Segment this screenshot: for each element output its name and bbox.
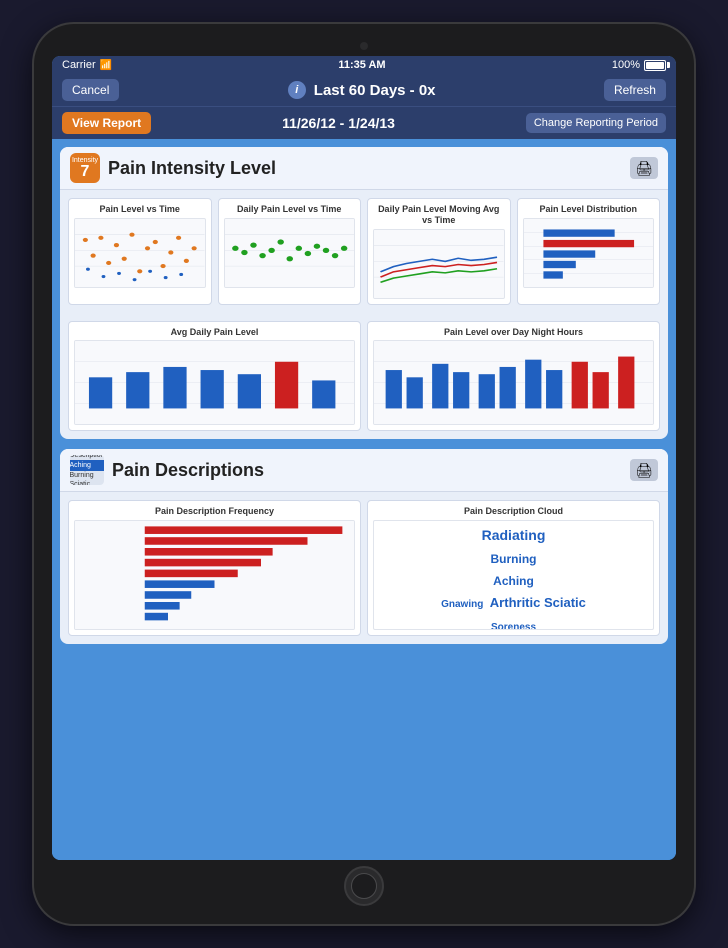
nav-bar: Cancel i Last 60 Days - 0x Refresh [52,74,676,106]
nav-title: Last 60 Days - 0x [314,82,436,99]
chart-area-6 [373,340,654,425]
word-arthritic: Arthritic Sciatic [490,594,586,612]
chart-title-6: Pain Level over Day Night Hours [373,327,654,338]
chart-area-3 [373,229,505,299]
chart-cloud[interactable]: Pain Description Cloud Radiating Burning… [367,500,660,636]
chart-freq[interactable]: Pain Description Frequency [68,500,361,636]
status-time: 11:35 AM [338,59,385,71]
intensity-badge-value: 7 [81,164,90,180]
chart-title-1: Pain Level vs Time [74,204,206,215]
chart-area-4 [523,218,655,288]
content-area: Intensity 7 Pain Intensity Level 🖨 [52,139,676,860]
chart-daily-pain-level[interactable]: Daily Pain Level vs Time [218,198,362,305]
print-icon[interactable]: 🖨 [630,157,658,179]
pain-intensity-section: Intensity 7 Pain Intensity Level 🖨 [60,147,668,439]
screen: Carrier 📶 11:35 AM 100% Cancel i Last 60… [52,56,676,860]
home-button-inner [351,873,377,899]
pain-intensity-title: Pain Intensity Level [108,158,276,179]
word-cloud: Radiating Burning Aching Gnawing Arthrit… [374,521,653,630]
carrier-label: Carrier [62,59,96,71]
chart-area-cloud: Radiating Burning Aching Gnawing Arthrit… [373,520,654,630]
chart-moving-avg[interactable]: Daily Pain Level Moving Avg vs Time [367,198,511,305]
date-bar: View Report 11/26/12 - 1/24/13 Change Re… [52,106,676,139]
chart-pain-level-vs-time[interactable]: Pain Level vs Time [68,198,212,305]
word-burning: Burning [491,551,537,568]
info-icon[interactable]: i [288,81,306,99]
status-bar: Carrier 📶 11:35 AM 100% [52,56,676,74]
print-icon-2[interactable]: 🖨 [630,459,658,481]
chart-area-2 [224,218,356,288]
pain-intensity-header: Intensity 7 Pain Intensity Level 🖨 [60,147,668,190]
charts-row-2: Avg Daily Pain Level [60,313,668,440]
chart-title-2: Daily Pain Level vs Time [224,204,356,215]
word-soreness: Soreness [491,621,536,630]
view-report-button[interactable]: View Report [62,112,151,134]
date-range: 11/26/12 - 1/24/13 [282,115,395,131]
chart-avg-daily[interactable]: Avg Daily Pain Level [68,321,361,432]
chart-title-4: Pain Level Distribution [523,204,655,215]
word-aching: Aching [493,573,534,590]
battery-percent: 100% [612,59,640,71]
home-button[interactable] [344,866,384,906]
chart-distribution[interactable]: Pain Level Distribution [517,198,661,305]
battery-icon [644,60,666,71]
tablet-device: Carrier 📶 11:35 AM 100% Cancel i Last 60… [34,24,694,924]
chart-title-cloud: Pain Description Cloud [373,506,654,517]
pain-descriptions-section: Description Aching Burning Sciatic Pain … [60,449,668,644]
chart-title-3: Daily Pain Level Moving Avg vs Time [373,204,505,226]
desc-icon: Description Aching Burning Sciatic [70,455,104,485]
chart-area-1 [74,218,206,288]
charts-row-1: Pain Level vs Time [60,190,668,313]
chart-area-freq [74,520,355,630]
pain-descriptions-header: Description Aching Burning Sciatic Pain … [60,449,668,492]
change-period-button[interactable]: Change Reporting Period [526,113,666,133]
chart-day-night[interactable]: Pain Level over Day Night Hours [367,321,660,432]
front-camera [360,42,368,50]
wifi-icon: 📶 [100,60,112,71]
cancel-button[interactable]: Cancel [62,79,119,101]
chart-area-5 [74,340,355,425]
intensity-badge-wrapper: Intensity 7 [70,153,100,183]
intensity-badge: Intensity 7 [70,153,100,183]
word-gnawing: Gnawing [441,598,483,612]
word-radiating: Radiating [482,526,546,546]
chart-title-freq: Pain Description Frequency [74,506,355,517]
desc-charts-grid: Pain Description Frequency [60,492,668,644]
chart-title-5: Avg Daily Pain Level [74,327,355,338]
refresh-button[interactable]: Refresh [604,79,666,101]
pain-descriptions-title: Pain Descriptions [112,460,264,481]
